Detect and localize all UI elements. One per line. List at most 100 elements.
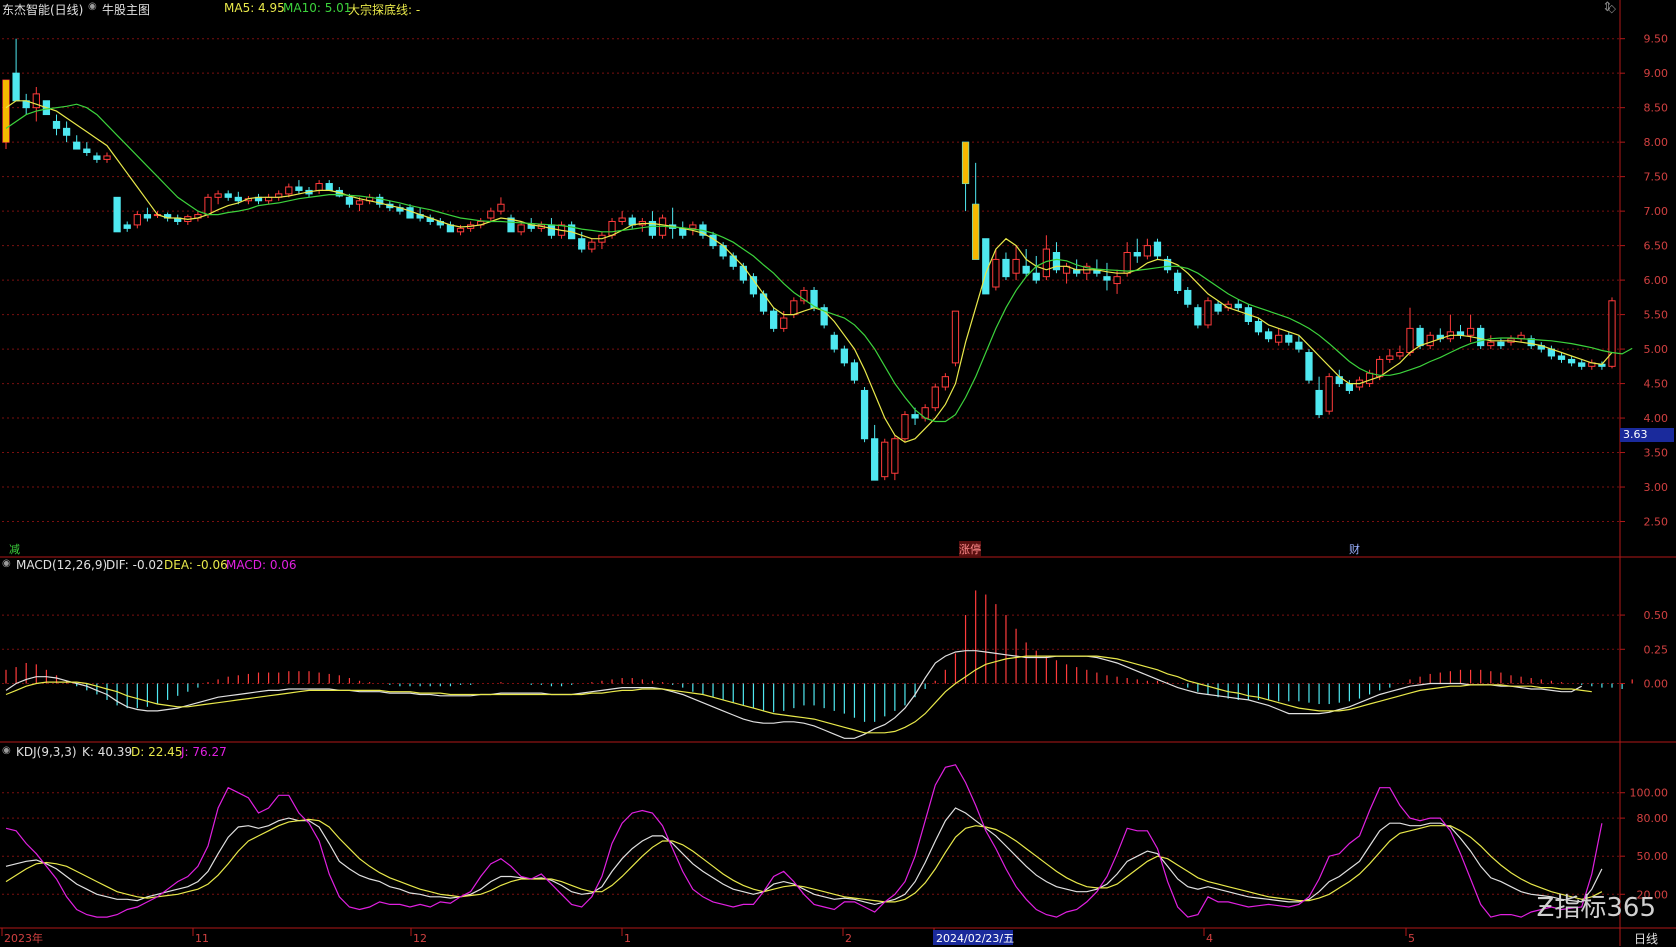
candle[interactable] <box>477 218 485 229</box>
candle[interactable] <box>143 207 152 222</box>
candle[interactable] <box>1184 287 1192 308</box>
candle[interactable] <box>850 359 859 384</box>
candle[interactable] <box>254 193 263 205</box>
candle[interactable] <box>22 93 30 115</box>
candle[interactable] <box>436 218 444 229</box>
candle[interactable] <box>1042 235 1050 281</box>
candle[interactable] <box>941 373 949 391</box>
candle[interactable] <box>1446 314 1455 343</box>
macd-settings-icon[interactable]: ◉ <box>2 558 11 569</box>
candle[interactable] <box>1264 328 1273 343</box>
candle[interactable] <box>1275 328 1283 346</box>
candle[interactable] <box>820 304 828 329</box>
marker-finance[interactable]: 财 <box>1349 541 1360 557</box>
candle[interactable] <box>264 193 273 205</box>
candle[interactable] <box>376 193 384 208</box>
candle[interactable] <box>770 307 778 332</box>
candle[interactable] <box>295 180 303 194</box>
candle[interactable] <box>800 287 808 305</box>
candle[interactable] <box>1012 245 1020 281</box>
stock-title[interactable]: 东杰智能(日线) <box>2 1 83 18</box>
candle[interactable] <box>133 211 141 229</box>
candle[interactable] <box>1204 297 1212 329</box>
candle[interactable] <box>1174 269 1182 294</box>
candle[interactable] <box>1083 262 1091 281</box>
stock-chart-canvas[interactable]: 2.50 3.00 3.50 4.00 4.50 5.00 5.50 6.00 6.50 7.00… <box>0 0 1676 946</box>
kdj-name[interactable]: KDJ(9,3,3) <box>16 745 77 759</box>
candle[interactable] <box>1032 255 1040 284</box>
candle[interactable] <box>73 135 81 150</box>
candle[interactable] <box>1103 262 1111 291</box>
collapse-arrow-icon[interactable]: ⇕ <box>1602 0 1613 15</box>
candle[interactable] <box>669 207 677 239</box>
candle[interactable] <box>871 424 879 481</box>
candle[interactable] <box>507 214 515 233</box>
candle[interactable] <box>729 252 737 270</box>
candle[interactable] <box>648 211 657 239</box>
candle[interactable] <box>426 214 434 225</box>
price-pane[interactable] <box>2 38 1633 481</box>
candle[interactable] <box>1598 361 1606 370</box>
indicator-name[interactable]: 牛股主图 <box>102 1 150 18</box>
candle[interactable] <box>52 114 61 136</box>
candle[interactable] <box>1143 238 1152 260</box>
period-label[interactable]: 日线 <box>1634 930 1658 947</box>
candle[interactable] <box>1567 355 1576 367</box>
candle[interactable] <box>679 221 687 239</box>
kdj-settings-icon[interactable]: ◉ <box>2 745 11 756</box>
candle[interactable] <box>638 218 646 232</box>
candle[interactable] <box>1426 331 1434 350</box>
candle[interactable] <box>12 38 20 102</box>
candle[interactable] <box>1093 259 1101 277</box>
candle[interactable] <box>931 383 939 412</box>
candle[interactable] <box>1315 376 1323 419</box>
candle[interactable] <box>103 152 111 163</box>
candle[interactable] <box>487 207 495 222</box>
candle[interactable] <box>1194 304 1202 329</box>
candle[interactable] <box>315 180 323 194</box>
candle[interactable] <box>1517 331 1525 343</box>
candle[interactable] <box>881 438 889 481</box>
candle[interactable] <box>1436 328 1444 343</box>
macd-name[interactable]: MACD(12,26,9) <box>16 558 107 572</box>
candle[interactable] <box>1163 255 1172 274</box>
candle[interactable] <box>1537 342 1545 353</box>
candle[interactable] <box>1254 318 1263 336</box>
candle[interactable] <box>860 387 869 443</box>
candle[interactable] <box>1557 352 1566 363</box>
candle[interactable] <box>1234 299 1242 312</box>
candle[interactable] <box>325 180 333 191</box>
candle[interactable] <box>1325 373 1333 415</box>
candle[interactable] <box>1285 331 1293 346</box>
candle[interactable] <box>1578 359 1586 370</box>
candle[interactable] <box>951 310 960 367</box>
candle[interactable] <box>1153 238 1162 260</box>
macd-pane[interactable] <box>5 590 1633 739</box>
candle[interactable] <box>1588 359 1596 370</box>
candle[interactable] <box>598 231 606 250</box>
candle[interactable] <box>1002 252 1010 281</box>
candle[interactable] <box>224 190 232 201</box>
marker-reduce[interactable]: 减 <box>9 541 20 557</box>
candle[interactable] <box>113 196 121 233</box>
candle[interactable] <box>1133 238 1141 263</box>
settings-circle-icon[interactable]: ◉ <box>88 1 97 12</box>
candle[interactable] <box>1305 349 1313 384</box>
candle[interactable] <box>83 142 91 156</box>
candle[interactable] <box>1022 249 1030 277</box>
candle[interactable] <box>901 411 909 443</box>
candle[interactable] <box>194 211 202 222</box>
candle[interactable] <box>1052 242 1061 274</box>
candle[interactable] <box>588 238 596 253</box>
candle[interactable] <box>1477 324 1485 350</box>
candle[interactable] <box>568 221 576 240</box>
candle[interactable] <box>1466 314 1475 343</box>
candle[interactable] <box>618 211 626 225</box>
candle[interactable] <box>1396 345 1404 360</box>
marker-limit-up[interactable]: 涨停 <box>959 541 981 557</box>
candle[interactable] <box>123 221 131 232</box>
candle[interactable] <box>891 435 899 481</box>
candle[interactable] <box>497 197 505 215</box>
candle[interactable] <box>93 152 101 163</box>
candle[interactable] <box>1456 324 1465 339</box>
